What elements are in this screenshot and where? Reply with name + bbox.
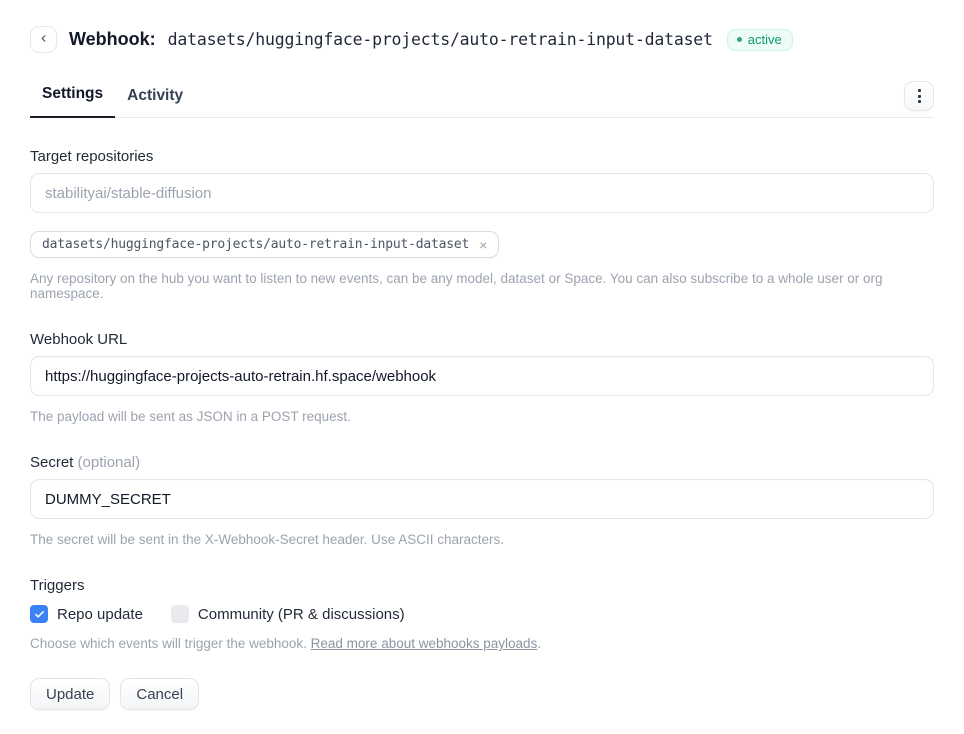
triggers-label: Triggers xyxy=(30,577,934,594)
more-options-button[interactable] xyxy=(904,81,934,111)
page-header: Webhook: datasets/huggingface-projects/a… xyxy=(30,26,934,53)
selected-repo-chips: datasets/huggingface-projects/auto-retra… xyxy=(30,231,934,258)
trigger-repo-update[interactable]: Repo update xyxy=(30,605,143,623)
webhook-url-input[interactable] xyxy=(30,356,934,396)
webhook-url-section: Webhook URL The payload will be sent as … xyxy=(30,331,934,424)
webhook-settings-page: Webhook: datasets/huggingface-projects/a… xyxy=(0,0,964,734)
status-badge-label: active xyxy=(748,32,782,47)
status-badge: active xyxy=(727,29,793,51)
secret-input[interactable] xyxy=(30,479,934,519)
repo-chip: datasets/huggingface-projects/auto-retra… xyxy=(30,231,499,258)
triggers-section: Triggers Repo update Community (PR & dis… xyxy=(30,577,934,651)
back-button[interactable] xyxy=(30,26,57,53)
trigger-community[interactable]: Community (PR & discussions) xyxy=(171,605,405,623)
triggers-help: Choose which events will trigger the web… xyxy=(30,636,934,651)
optional-hint: (optional) xyxy=(78,454,141,471)
trigger-community-label: Community (PR & discussions) xyxy=(198,606,405,623)
webhook-url-help: The payload will be sent as JSON in a PO… xyxy=(30,409,934,424)
secret-section: Secret (optional) The secret will be sen… xyxy=(30,454,934,547)
target-repositories-help: Any repository on the hub you want to li… xyxy=(30,271,934,301)
tab-settings[interactable]: Settings xyxy=(30,85,115,118)
target-repositories-input[interactable] xyxy=(30,173,934,213)
tab-bar: Settings Activity xyxy=(30,81,934,118)
webhooks-payloads-link[interactable]: Read more about webhooks payloads xyxy=(311,636,538,651)
chevron-left-icon xyxy=(38,32,49,47)
secret-label: Secret (optional) xyxy=(30,454,934,471)
secret-help: The secret will be sent in the X-Webhook… xyxy=(30,532,934,547)
checkbox-checked-icon[interactable] xyxy=(30,605,48,623)
kebab-menu-icon xyxy=(918,89,921,103)
tab-activity[interactable]: Activity xyxy=(115,87,195,118)
webhook-repo-name: datasets/huggingface-projects/auto-retra… xyxy=(168,30,713,49)
target-repositories-section: Target repositories datasets/huggingface… xyxy=(30,148,934,301)
cancel-button[interactable]: Cancel xyxy=(120,678,199,710)
page-title: Webhook: xyxy=(69,29,156,50)
update-button[interactable]: Update xyxy=(30,678,110,710)
form-actions: Update Cancel xyxy=(30,678,934,710)
checkbox-unchecked-icon[interactable] xyxy=(171,605,189,623)
webhook-url-label: Webhook URL xyxy=(30,331,934,348)
close-icon[interactable]: × xyxy=(478,238,488,252)
target-repositories-label: Target repositories xyxy=(30,148,934,165)
trigger-options: Repo update Community (PR & discussions) xyxy=(30,605,934,623)
status-dot-icon xyxy=(737,37,742,42)
trigger-repo-update-label: Repo update xyxy=(57,606,143,623)
repo-chip-label: datasets/huggingface-projects/auto-retra… xyxy=(42,237,469,252)
